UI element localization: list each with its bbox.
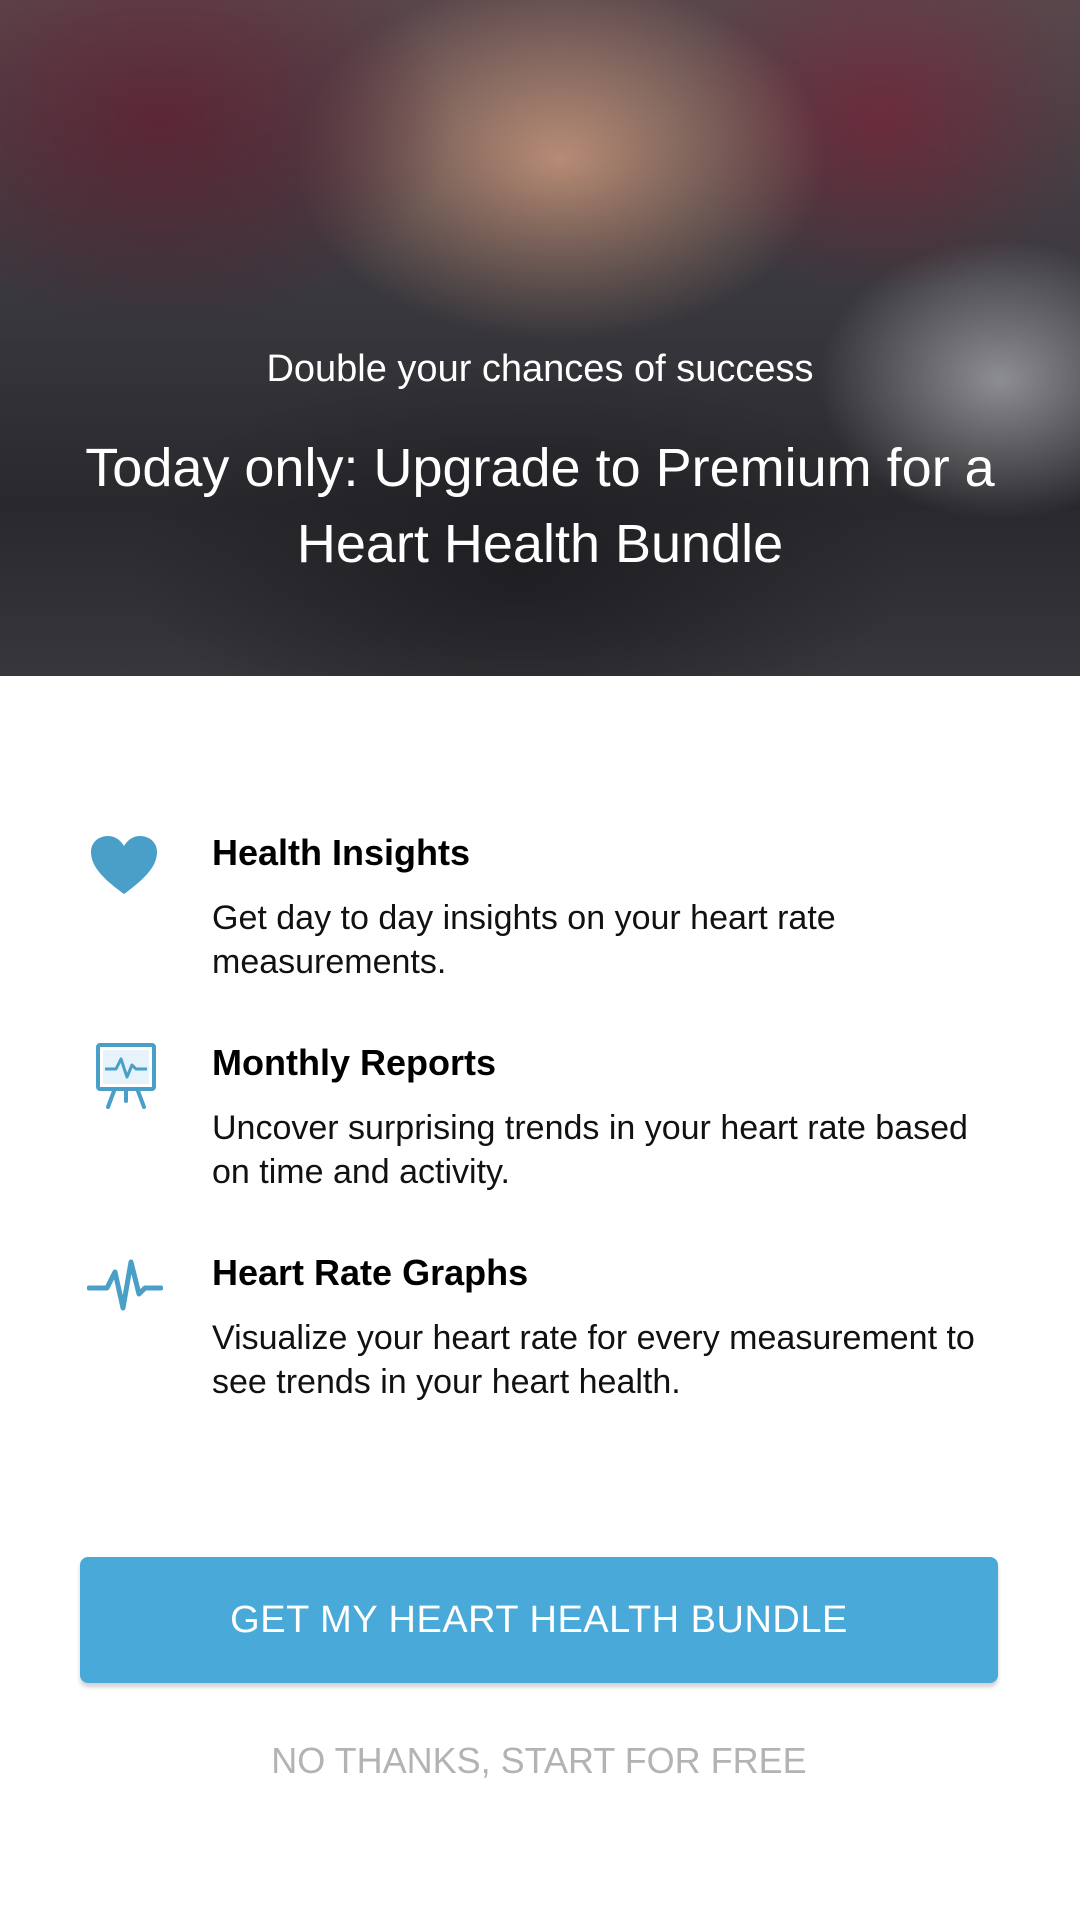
hero-kicker: Double your chances of success [266,348,814,390]
feature-description: Uncover surprising trends in your heart … [212,1109,968,1191]
feature-title: Monthly Reports [212,1042,496,1083]
feature-title: Health Insights [212,832,471,873]
hero-title: Today only: Upgrade to Premium for a Hea… [85,438,995,574]
heart-icon [82,832,166,898]
report-board-icon [88,1041,164,1111]
get-bundle-button[interactable]: GET MY HEART HEALTH BUNDLE [80,1557,998,1683]
heartbeat-line-icon [82,1248,168,1324]
feature-description: Get day to day insights on your heart ra… [212,899,836,981]
hero-image: Double your chances of success Today onl… [0,0,1080,676]
decline-container: NO THANKS, START FOR FREE [42,1709,1036,1813]
no-thanks-link[interactable]: NO THANKS, START FOR FREE [271,1740,806,1782]
feature-title: Heart Rate Graphs [212,1252,529,1293]
feature-description: Visualize your heart rate for every meas… [212,1319,975,1401]
